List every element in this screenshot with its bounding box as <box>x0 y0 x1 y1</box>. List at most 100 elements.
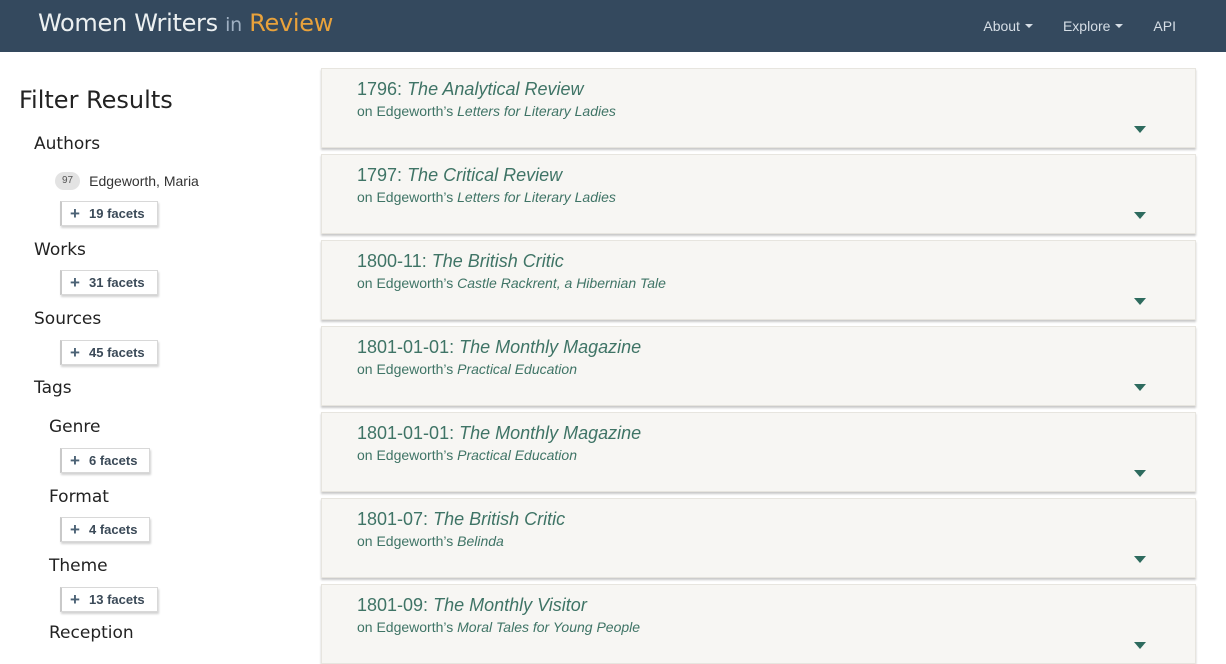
author-facet-item[interactable]: 97 Edgeworth, Maria <box>55 172 199 190</box>
review-subtitle: on Edgeworth’s Letters for Literary Ladi… <box>357 189 616 205</box>
chevron-down-icon[interactable] <box>1134 556 1146 563</box>
caret-down-icon <box>1115 24 1124 28</box>
review-title: 1801-09: The Monthly Visitor <box>357 595 587 616</box>
chevron-down-icon[interactable] <box>1134 298 1146 305</box>
review-subtitle: on Edgeworth’s Moral Tales for Young Peo… <box>357 619 640 635</box>
review-on: on Edgeworth’s <box>357 361 454 377</box>
top-navbar: Women Writers in Review About Explore AP… <box>0 0 1226 52</box>
review-date: 1796: <box>357 79 403 99</box>
theme-facets-button[interactable]: + 13 facets <box>60 587 158 612</box>
works-facets-label: 31 facets <box>89 275 145 290</box>
review-card[interactable]: 1801-01-01: The Monthly Magazine on Edge… <box>321 326 1196 406</box>
genre-label: Genre <box>49 417 101 437</box>
sources-label: Sources <box>34 309 102 329</box>
review-on: on Edgeworth’s <box>357 533 454 549</box>
chevron-down-icon[interactable] <box>1134 384 1146 391</box>
review-title: 1800-11: The British Critic <box>357 251 564 272</box>
authors-facets-button[interactable]: + 19 facets <box>60 201 158 226</box>
chevron-down-icon[interactable] <box>1134 470 1146 477</box>
review-venue: The British Critic <box>433 509 566 529</box>
review-on: on Edgeworth’s <box>357 447 454 463</box>
format-label: Format <box>49 487 109 507</box>
theme-label: Theme <box>49 556 108 576</box>
brand-in: in <box>225 14 242 36</box>
chevron-down-icon[interactable] <box>1134 642 1146 649</box>
review-work: Belinda <box>457 533 504 549</box>
review-work: Practical Education <box>457 361 577 377</box>
review-venue: The Critical Review <box>407 165 563 185</box>
chevron-down-icon[interactable] <box>1134 212 1146 219</box>
nav-api[interactable]: API <box>1153 16 1176 36</box>
plus-icon: + <box>70 342 80 362</box>
review-work: Moral Tales for Young People <box>457 619 641 635</box>
review-on: on Edgeworth’s <box>357 619 454 635</box>
format-facets-label: 4 facets <box>89 522 138 537</box>
author-name: Edgeworth, Maria <box>89 173 199 189</box>
review-card[interactable]: 1801-07: The British Critic on Edgeworth… <box>321 498 1196 578</box>
brand-women-writers: Women Writers <box>38 9 218 37</box>
nav-about-label: About <box>983 18 1020 34</box>
plus-icon: + <box>70 272 80 292</box>
chevron-down-icon[interactable] <box>1134 126 1146 133</box>
format-facets-button[interactable]: + 4 facets <box>60 517 151 542</box>
review-venue: The Monthly Magazine <box>459 337 642 357</box>
review-card[interactable]: 1801-01-01: The Monthly Magazine on Edge… <box>321 412 1196 492</box>
filter-sidebar: Filter Results Authors 97 Edgeworth, Mar… <box>0 52 300 643</box>
review-date: 1801-01-01: <box>357 337 455 357</box>
review-on: on Edgeworth’s <box>357 189 454 205</box>
review-work: Castle Rackrent, a Hibernian Tale <box>457 275 666 291</box>
review-work: Practical Education <box>457 447 577 463</box>
site-brand[interactable]: Women Writers in Review <box>38 8 333 40</box>
reception-label: Reception <box>49 623 134 643</box>
plus-icon: + <box>70 203 80 223</box>
authors-facets-label: 19 facets <box>89 206 145 221</box>
review-subtitle: on Edgeworth’s Castle Rackrent, a Hibern… <box>357 275 666 291</box>
review-card[interactable]: 1800-11: The British Critic on Edgeworth… <box>321 240 1196 320</box>
review-card[interactable]: 1796: The Analytical Review on Edgeworth… <box>321 68 1196 148</box>
plus-icon: + <box>70 519 80 539</box>
review-venue: The Monthly Magazine <box>459 423 642 443</box>
review-subtitle: on Edgeworth’s Practical Education <box>357 361 577 377</box>
review-date: 1801-01-01: <box>357 423 455 443</box>
nav-api-label: API <box>1153 18 1176 34</box>
works-facets-button[interactable]: + 31 facets <box>60 270 158 295</box>
review-title: 1801-07: The British Critic <box>357 509 565 530</box>
review-date: 1801-09: <box>357 595 429 615</box>
review-subtitle: on Edgeworth’s Belinda <box>357 533 504 549</box>
sources-facets-label: 45 facets <box>89 345 145 360</box>
author-count-badge: 97 <box>55 172 81 190</box>
nav-explore-label: Explore <box>1062 18 1111 34</box>
review-card[interactable]: 1797: The Critical Review on Edgeworth’s… <box>321 154 1196 234</box>
review-subtitle: on Edgeworth’s Practical Education <box>357 447 577 463</box>
review-date: 1797: <box>357 165 403 185</box>
sources-facets-button[interactable]: + 45 facets <box>60 340 158 365</box>
caret-down-icon <box>1024 24 1033 28</box>
nav-explore[interactable]: Explore <box>1062 16 1124 36</box>
genre-facets-button[interactable]: + 6 facets <box>60 448 151 473</box>
theme-facets-label: 13 facets <box>89 592 145 607</box>
plus-icon: + <box>70 450 80 470</box>
review-venue: The Analytical Review <box>407 79 584 99</box>
review-on: on Edgeworth’s <box>357 275 454 291</box>
review-title: 1801-01-01: The Monthly Magazine <box>357 423 641 444</box>
tags-label: Tags <box>34 378 72 398</box>
authors-label: Authors <box>34 134 101 154</box>
review-work: Letters for Literary Ladies <box>457 103 616 119</box>
review-venue: The British Critic <box>431 251 564 271</box>
works-label: Works <box>34 240 86 260</box>
review-subtitle: on Edgeworth’s Letters for Literary Ladi… <box>357 103 616 119</box>
genre-facets-label: 6 facets <box>89 453 138 468</box>
review-on: on Edgeworth’s <box>357 103 454 119</box>
nav-links: About Explore API <box>983 16 1176 36</box>
review-card[interactable]: 1801-09: The Monthly Visitor on Edgewort… <box>321 584 1196 664</box>
review-title: 1801-01-01: The Monthly Magazine <box>357 337 641 358</box>
filter-title: Filter Results <box>19 86 173 114</box>
brand-review: Review <box>249 9 334 37</box>
review-venue: The Monthly Visitor <box>433 595 587 615</box>
plus-icon: + <box>70 589 80 609</box>
review-title: 1796: The Analytical Review <box>357 79 583 100</box>
nav-about[interactable]: About <box>983 16 1033 36</box>
review-date: 1800-11: <box>357 251 427 271</box>
review-title: 1797: The Critical Review <box>357 165 562 186</box>
review-date: 1801-07: <box>357 509 429 529</box>
